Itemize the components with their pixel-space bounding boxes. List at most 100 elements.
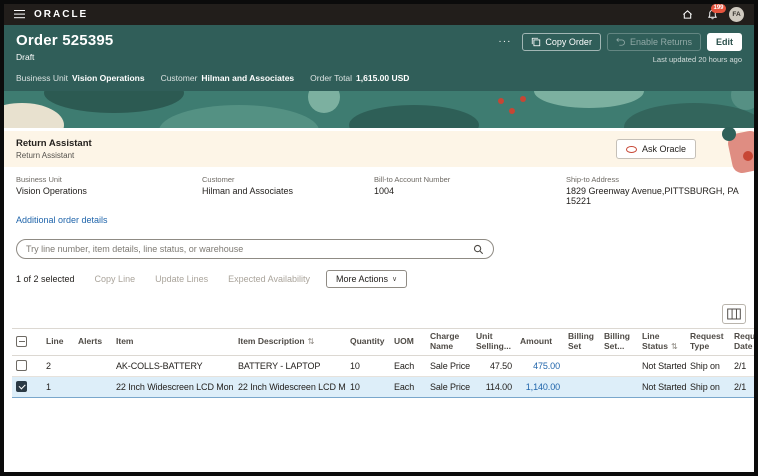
meta-value: Hilman and Associates [201, 73, 295, 83]
col-item-description[interactable]: Item Description ⇅ [234, 328, 346, 356]
return-assistant-panel: Return Assistant Return Assistant Ask Or… [4, 127, 754, 175]
lines-toolbar: 1 of 2 selected Copy Line Update Lines E… [4, 261, 754, 288]
cell-quantity: 10 [346, 376, 390, 398]
cell-item: 22 Inch Widescreen LCD Monitor [112, 376, 234, 398]
sort-icon: ⇅ [670, 341, 678, 351]
chevron-down-icon: ∨ [392, 276, 398, 283]
order-meta: Business Unit Vision Operations Customer H… [16, 73, 742, 83]
detail-field: Ship-to Address 1829 Greenway Avenue,PIT… [566, 175, 739, 206]
table-header-row: Line Alerts Item Item Description ⇅ Quant… [12, 328, 754, 356]
cell-billing-set-2 [600, 355, 638, 377]
copy-line-button[interactable]: Copy Line [87, 270, 144, 288]
oracle-o-icon [625, 145, 637, 153]
col-unit-selling: Unit Selling... [472, 328, 516, 356]
search-icon[interactable] [473, 244, 484, 255]
assistant-title: Return Assistant [16, 138, 92, 149]
table-row-selected[interactable]: 1 22 Inch Widescreen LCD Monitor 22 Inch… [12, 376, 754, 398]
cell-description: BATTERY - LAPTOP [234, 355, 346, 377]
ask-oracle-button[interactable]: Ask Oracle [615, 139, 696, 159]
notification-badge: 199 [710, 4, 726, 13]
edit-button[interactable]: Edit [707, 32, 742, 51]
detail-field: Business Unit Vision Operations [16, 175, 87, 196]
line-search-box [16, 239, 494, 259]
menu-icon[interactable] [14, 10, 25, 19]
col-line-status[interactable]: Line Status ⇅ [638, 328, 686, 356]
more-actions-button[interactable]: More Actions ∨ [326, 270, 408, 288]
user-avatar[interactable]: FA [729, 7, 744, 22]
sort-icon: ⇅ [307, 336, 315, 346]
cell-unit-selling: 47.50 [472, 355, 516, 377]
meta-value: Vision Operations [71, 73, 145, 83]
home-icon[interactable] [679, 7, 695, 23]
columns-icon [727, 308, 741, 320]
cell-line: 1 [42, 376, 74, 398]
last-updated-text: Last updated 20 hours ago [652, 55, 742, 64]
cell-request-date: 2/1 [730, 376, 754, 398]
col-request-date: Request Date [730, 328, 754, 356]
enable-returns-button[interactable]: Enable Returns [606, 32, 701, 51]
cell-item: AK-COLLS-BATTERY [112, 355, 234, 377]
cell-quantity: 10 [346, 355, 390, 377]
table-tools [4, 304, 754, 324]
return-arrow-icon [616, 37, 625, 46]
copy-icon [532, 37, 541, 46]
cell-uom: Each [390, 376, 426, 398]
col-uom: UOM [390, 328, 426, 356]
table-row[interactable]: 2 AK-COLLS-BATTERY BATTERY - LAPTOP 10 E… [12, 355, 754, 377]
col-alerts: Alerts [74, 328, 112, 356]
row-checkbox-checked[interactable] [16, 381, 27, 393]
topbar: ORACLE 199 FA [4, 4, 754, 25]
amount-link[interactable]: 1,140.00 [526, 382, 560, 392]
select-all-checkbox[interactable] [16, 336, 27, 348]
order-header: Order 525395 Draft ··· Copy Order Enable… [4, 25, 754, 91]
order-status: Draft [16, 52, 35, 62]
col-select [12, 328, 42, 356]
row-checkbox[interactable] [16, 360, 27, 372]
cell-billing-set [564, 355, 600, 377]
col-billing-set: Billing Set [564, 328, 600, 356]
page-title: Order 525395 [16, 32, 114, 49]
cell-description: 22 Inch Widescreen LCD Monitor [234, 376, 346, 398]
col-billing-set-2: Billing Set... [600, 328, 638, 356]
copy-order-button[interactable]: Copy Order [522, 32, 601, 51]
order-lines-table-wrap: Line Alerts Item Item Description ⇅ Quant… [12, 328, 754, 398]
cell-alerts [74, 376, 112, 398]
cell-uom: Each [390, 355, 426, 377]
detail-field: Customer Hilman and Associates [202, 175, 294, 196]
more-options-button[interactable]: ··· [493, 32, 516, 51]
detail-field: Bill-to Account Number 1004 [374, 175, 451, 196]
col-line: Line [42, 328, 74, 356]
cell-charge-name: Sale Price [426, 376, 472, 398]
meta-label: Business Unit [16, 73, 68, 83]
selection-count: 1 of 2 selected [16, 274, 75, 284]
notifications-bell-icon[interactable]: 199 [704, 4, 726, 23]
manage-columns-button[interactable] [722, 304, 746, 324]
oracle-logo: ORACLE [34, 9, 89, 20]
cell-line: 2 [42, 355, 74, 377]
decorative-banner [4, 91, 754, 128]
update-lines-button[interactable]: Update Lines [147, 270, 216, 288]
cell-line-status: Not Started [638, 376, 686, 398]
additional-order-details-link[interactable]: Additional order details [16, 215, 108, 225]
cell-charge-name: Sale Price [426, 355, 472, 377]
search-row [4, 232, 754, 261]
meta-label: Customer [160, 73, 198, 83]
cell-alerts [74, 355, 112, 377]
content-background [4, 397, 754, 472]
col-amount: Amount [516, 328, 564, 356]
assistant-subtitle: Return Assistant [16, 151, 75, 160]
cell-request-type: Ship on [686, 355, 730, 377]
col-request-type: Request Type [686, 328, 730, 356]
meta-value: 1,615.00 USD [356, 73, 410, 83]
expected-availability-button[interactable]: Expected Availability [220, 270, 318, 288]
col-quantity: Quantity [346, 328, 390, 356]
cell-billing-set-2 [600, 376, 638, 398]
meta-label: Order Total [310, 73, 353, 83]
order-details-section: Business Unit Vision Operations Customer… [4, 167, 754, 232]
app-window: ORACLE 199 FA Order 525395 Draft ··· Cop… [0, 0, 758, 476]
search-input[interactable] [26, 244, 473, 254]
ellipsis-icon: ··· [498, 36, 512, 47]
cell-request-type: Ship on [686, 376, 730, 398]
cell-unit-selling: 114.00 [472, 376, 516, 398]
amount-link[interactable]: 475.00 [533, 361, 560, 371]
